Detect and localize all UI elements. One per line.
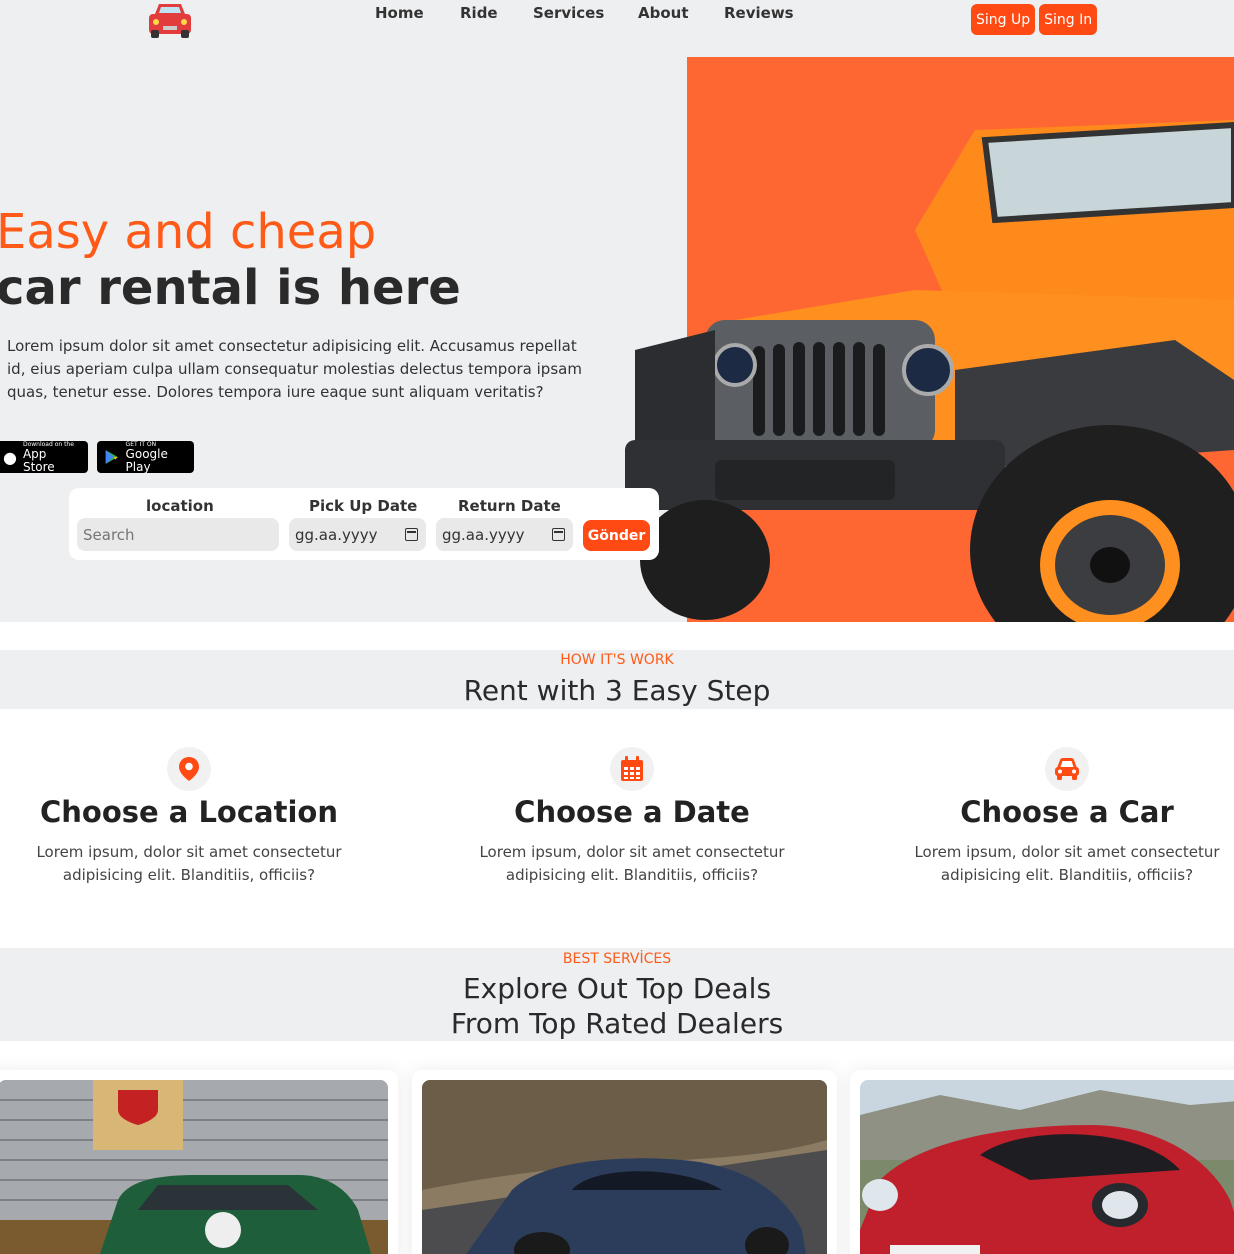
- step-title: Choose a Location: [39, 795, 338, 829]
- apple-icon: ●: [3, 447, 17, 467]
- mini-car-image: [0, 1080, 388, 1254]
- hero-description: Lorem ipsum dolor sit amet consectetur a…: [7, 337, 582, 401]
- return-date-value: gg.aa.yyyy: [442, 525, 525, 544]
- ferrari-car-image: [422, 1080, 827, 1254]
- services-kicker: BEST SERVİCES: [562, 951, 672, 967]
- how-title: Rent with 3 Easy Step: [463, 674, 771, 707]
- google-play-label: Google Play: [125, 446, 168, 474]
- how-kicker: HOW IT'S WORK: [560, 652, 674, 668]
- calendar-icon: [621, 756, 643, 781]
- deal-car-image: [422, 1080, 827, 1254]
- nav-ride[interactable]: Ride: [460, 4, 498, 22]
- pickup-date-input[interactable]: gg.aa.yyyy: [289, 518, 426, 551]
- deal-card[interactable]: [412, 1070, 837, 1254]
- signin-button[interactable]: Sing In: [1039, 4, 1098, 35]
- step-location: Choose a Location Lorem ipsum, dolor sit…: [19, 747, 359, 887]
- google-play-icon: [105, 450, 118, 464]
- deal-car-image: [860, 1080, 1234, 1254]
- map-pin-icon: [179, 757, 199, 781]
- return-date-input[interactable]: gg.aa.yyyy: [436, 518, 573, 551]
- auth-buttons: Sing Up Sing In: [971, 4, 1098, 35]
- step-title: Choose a Car: [960, 795, 1174, 829]
- nav-services[interactable]: Services: [533, 4, 604, 22]
- nav-about[interactable]: About: [638, 4, 689, 22]
- pickup-date-value: gg.aa.yyyy: [295, 525, 378, 544]
- nav-reviews[interactable]: Reviews: [724, 4, 794, 22]
- signup-button[interactable]: Sing Up: [971, 4, 1036, 35]
- services-title-line1: Explore Out Top Deals: [462, 972, 772, 1005]
- page: Home Ride Services About Reviews Sing Up…: [0, 0, 1234, 1254]
- submit-button[interactable]: Gönder: [583, 520, 650, 551]
- step-date: Choose a Date Lorem ipsum, dolor sit ame…: [462, 747, 802, 887]
- app-store-label: App Store: [22, 446, 55, 474]
- pickup-date-label: Pick Up Date: [309, 497, 418, 515]
- calendar-icon[interactable]: [405, 528, 418, 541]
- jeep-image: [625, 120, 1234, 622]
- step-text: Lorem ipsum, dolor sit amet consectetur …: [479, 843, 785, 884]
- app-store-button[interactable]: ● Download on the App Store: [0, 441, 88, 473]
- step-car: Choose a Car Lorem ipsum, dolor sit amet…: [897, 747, 1234, 887]
- hero-title: car rental is here: [0, 260, 461, 316]
- location-search-input[interactable]: [77, 518, 279, 551]
- step-text: Lorem ipsum, dolor sit amet consectetur …: [36, 843, 342, 884]
- deal-card[interactable]: [0, 1070, 398, 1254]
- return-date-label: Return Date: [458, 497, 561, 515]
- google-play-button[interactable]: GET IT ON Google Play: [97, 441, 194, 473]
- deal-car-image: [0, 1080, 388, 1254]
- step-title: Choose a Date: [514, 795, 750, 829]
- step-text: Lorem ipsum, dolor sit amet consectetur …: [914, 843, 1220, 884]
- rental-search-form: location Pick Up Date gg.aa.yyyy Return …: [69, 488, 659, 560]
- car-icon: [1055, 758, 1079, 780]
- porsche-car-image: [860, 1080, 1234, 1254]
- logo-car-icon[interactable]: [145, 0, 195, 42]
- deal-card[interactable]: [850, 1070, 1234, 1254]
- services-title-line2: From Top Rated Dealers: [450, 1007, 784, 1040]
- hero-title-accent: Easy and cheap: [0, 204, 377, 260]
- location-label: location: [146, 497, 214, 515]
- nav-home[interactable]: Home: [375, 4, 424, 22]
- calendar-icon[interactable]: [552, 528, 565, 541]
